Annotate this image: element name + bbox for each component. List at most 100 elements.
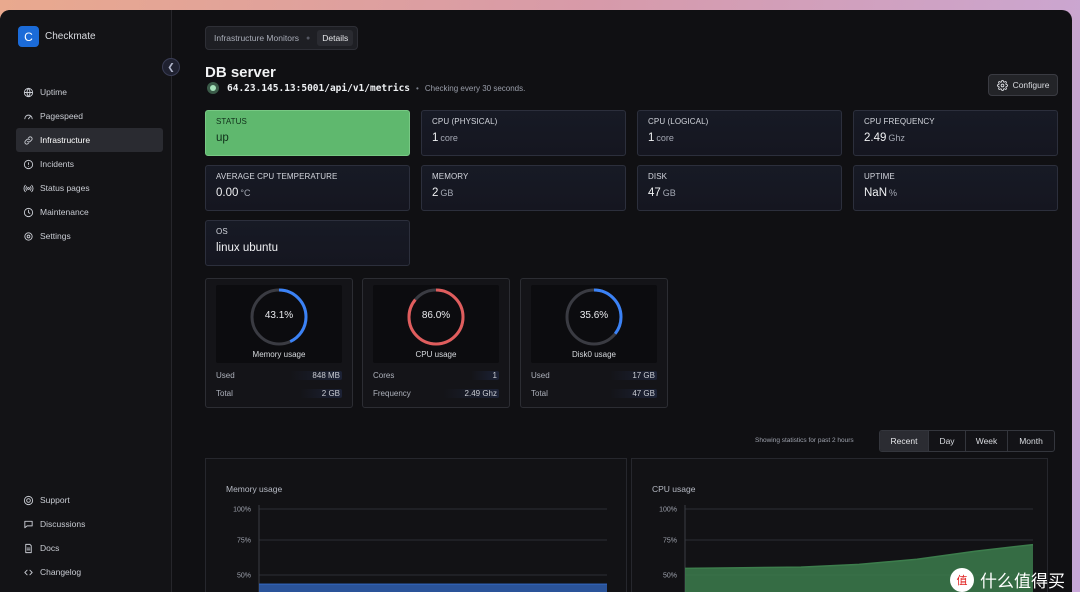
stat-card-cpu-physical: CPU (PHYSICAL) 1 core (421, 110, 626, 156)
gauge-detail-row: Used 848 MB (216, 369, 342, 381)
sidebar-item-label: Support (40, 495, 70, 505)
range-tab-month[interactable]: Month (1008, 431, 1054, 451)
y-tick-label: 50% (663, 573, 677, 580)
stat-card-memory: MEMORY 2 GB (421, 165, 626, 211)
gauge-card-memory-usage: 43.1% Memory usage Used 848 MB Total 2 GB (205, 278, 353, 408)
collapse-sidebar-button[interactable]: ❮ (162, 58, 180, 76)
sidebar-item-pagespeed[interactable]: Pagespeed (16, 104, 163, 128)
breadcrumb-parent[interactable]: Infrastructure Monitors (214, 33, 299, 43)
y-tick-label: 50% (237, 573, 251, 580)
stat-label: MEMORY (432, 172, 469, 181)
gauge-detail-key: Total (216, 388, 233, 398)
sidebar-item-label: Docs (40, 543, 60, 553)
gauge-title: Memory usage (252, 350, 306, 359)
gauge-detail-row: Total 2 GB (216, 387, 342, 399)
stat-label: CPU FREQUENCY (864, 117, 935, 126)
stat-unit: GB (440, 188, 454, 198)
y-tick-label: 100% (659, 507, 677, 514)
sidebar-item-settings[interactable]: Settings (16, 224, 163, 248)
gauge-detail-key: Total (531, 388, 548, 398)
breadcrumb-current: Details (317, 30, 354, 46)
gauge-detail-value: 17 GB (610, 370, 657, 380)
breadcrumb-separator: ● (306, 34, 311, 42)
stat-unit: °C (240, 188, 251, 198)
check-interval-text: Checking every 30 seconds. (424, 83, 526, 93)
gauge-detail-key: Used (531, 370, 550, 380)
brand[interactable]: C Checkmate (18, 26, 96, 47)
y-tick-label: 100% (233, 507, 251, 514)
gauge-detail-key: Frequency (373, 388, 411, 398)
y-tick-label: 75% (237, 538, 251, 545)
gauge-title: Disk0 usage (571, 350, 617, 359)
stat-value: 1 core (432, 132, 615, 144)
sidebar-nav: Uptime Pagespeed Infrastructure Incidents St… (16, 80, 163, 248)
range-note: Showing statistics for past 2 hours (755, 437, 854, 444)
sidebar-item-label: Pagespeed (40, 111, 84, 121)
broadcast-icon (23, 183, 34, 194)
chart-area (259, 584, 607, 592)
sidebar-item-support[interactable]: Support (16, 488, 163, 512)
sidebar-item-status-pages[interactable]: Status pages (16, 176, 163, 200)
gauge-detail-row: Used 17 GB (531, 369, 657, 381)
sidebar-item-uptime[interactable]: Uptime (16, 80, 163, 104)
stat-card-uptime: UPTIME NaN% (853, 165, 1058, 211)
sidebar-item-infrastructure[interactable]: Infrastructure (16, 128, 163, 152)
gauge-title: CPU usage (415, 350, 457, 359)
gauge-card-disk0-usage: 35.6% Disk0 usage Used 17 GB Total 47 GB (520, 278, 668, 408)
stat-value-number: 0.00 (216, 187, 239, 199)
stat-value-number: up (216, 132, 229, 144)
watermark: 值 什么值得买 (950, 567, 1065, 592)
sidebar-item-label: Discussions (40, 519, 86, 529)
support-icon (23, 495, 34, 506)
sidebar-item-incidents[interactable]: Incidents (16, 152, 163, 176)
status-dot-icon (207, 82, 219, 94)
clock-icon (23, 207, 34, 218)
configure-button[interactable]: Configure (988, 74, 1058, 96)
gauge-area: 86.0% CPU usage (373, 285, 499, 363)
sidebar-item-maintenance[interactable]: Maintenance (16, 200, 163, 224)
gauge-detail-row: Frequency 2.49 Ghz (373, 387, 499, 399)
link-icon (23, 135, 34, 146)
stat-unit: core (656, 133, 674, 143)
globe-icon (23, 87, 34, 98)
monitor-url: 64.23.145.13:5001/api/v1/metrics (227, 82, 411, 94)
stat-value-number: 1 (432, 132, 439, 144)
stat-value: 0.00 °C (216, 187, 399, 199)
gauge-percent: 43.1% (264, 310, 294, 321)
sidebar-item-changelog[interactable]: Changelog (16, 560, 163, 584)
chart-title: CPU usage (652, 484, 696, 494)
chevron-left-icon: ❮ (167, 61, 175, 72)
stat-label: CPU (LOGICAL) (648, 117, 709, 126)
main-content: Infrastructure Monitors ● Details DB ser… (172, 10, 1072, 592)
stat-label: CPU (PHYSICAL) (432, 117, 498, 126)
gauge-detail-row: Total 47 GB (531, 387, 657, 399)
range-tab-week[interactable]: Week (966, 431, 1008, 451)
range-tab-day[interactable]: Day (929, 431, 966, 451)
stat-label: UPTIME (864, 172, 895, 181)
stat-value: NaN% (864, 187, 1047, 199)
stat-value: 2 GB (432, 187, 615, 199)
sidebar-item-discussions[interactable]: Discussions (16, 512, 163, 536)
speedometer-icon (23, 111, 34, 122)
stat-unit: Ghz (888, 133, 905, 143)
app-window: C Checkmate Uptime Pagespeed Infrastructur… (0, 10, 1072, 592)
stat-unit: GB (662, 188, 676, 198)
stat-value-number: 47 (648, 187, 661, 199)
sidebar-item-docs[interactable]: Docs (16, 536, 163, 560)
gauge-area: 43.1% Memory usage (216, 285, 342, 363)
gauge-detail-key: Used (216, 370, 235, 380)
separator-dot: • (416, 83, 419, 93)
stat-value-number: 2.49 (864, 132, 887, 144)
gauge-detail-value: 2 GB (299, 388, 342, 398)
gauge-detail-row: Cores 1 (373, 369, 499, 381)
gauge-percent: 86.0% (421, 310, 451, 321)
gauge-detail-value: 47 GB (610, 388, 657, 398)
range-tab-recent[interactable]: Recent (880, 431, 929, 451)
gauge-area: 35.6% Disk0 usage (531, 285, 657, 363)
page-title: DB server (205, 64, 276, 81)
brand-name: Checkmate (45, 31, 96, 42)
alert-circle-icon (23, 159, 34, 170)
sidebar-item-label: Incidents (40, 159, 75, 169)
gear-icon (23, 231, 34, 242)
stat-card-cpu-frequency: CPU FREQUENCY 2.49 Ghz (853, 110, 1058, 156)
